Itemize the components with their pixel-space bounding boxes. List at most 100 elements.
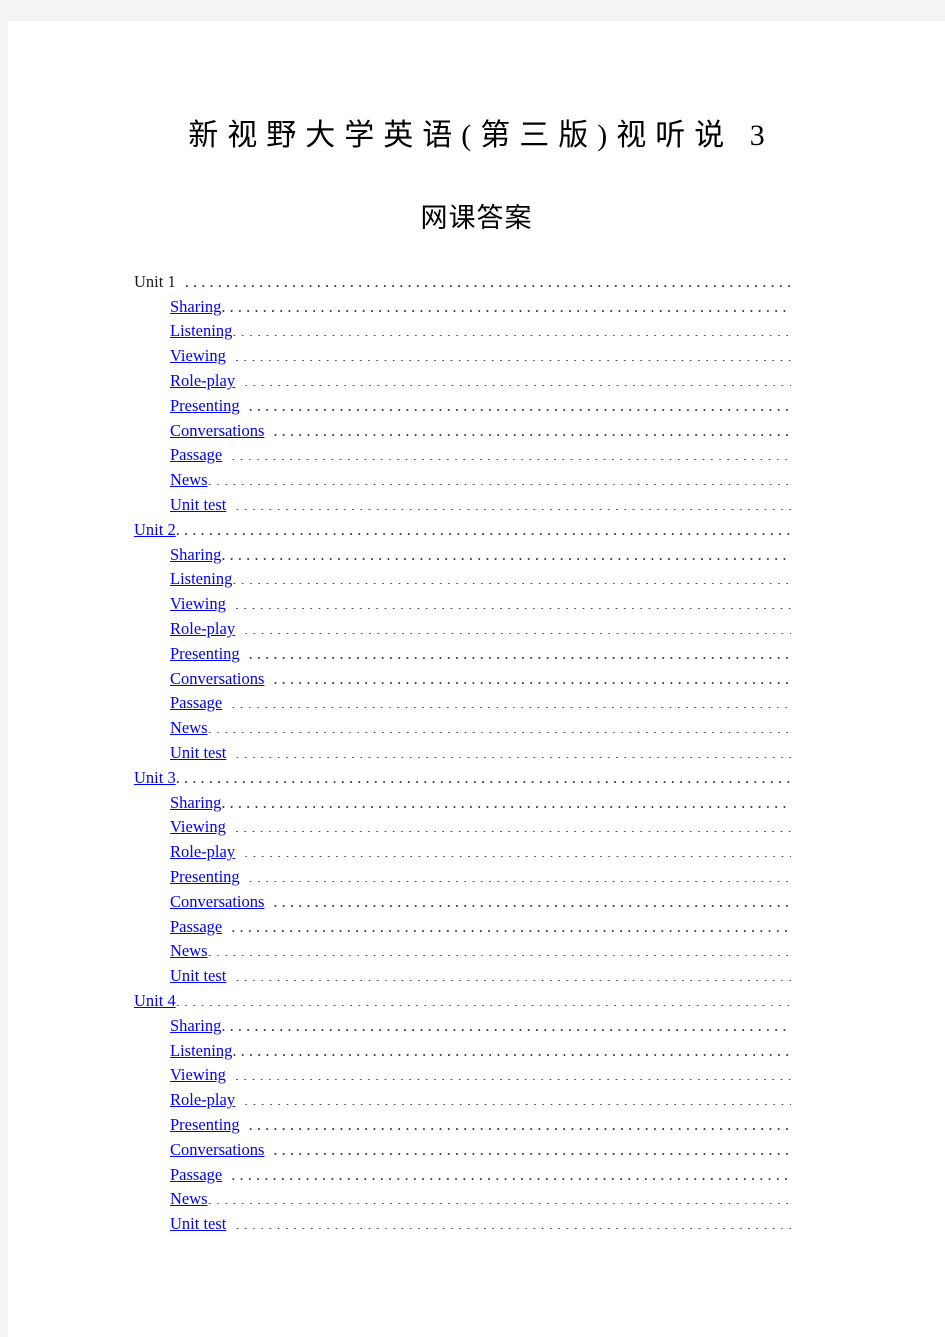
toc-dot-leader [208, 717, 791, 734]
toc-item-row[interactable]: Conversations [8, 419, 945, 444]
toc-item-link[interactable]: Unit test [170, 741, 226, 766]
toc-unit-link[interactable]: Unit 2 [134, 518, 176, 543]
toc-item-link[interactable]: Presenting [170, 394, 240, 419]
toc-item-row[interactable]: Role-play [8, 369, 945, 394]
toc-unit-row[interactable]: Unit 2 [8, 518, 945, 543]
toc-item-link[interactable]: Viewing [170, 344, 226, 369]
toc-item-link[interactable]: News [170, 1187, 208, 1212]
toc-dot-leader [208, 940, 791, 957]
toc-item-row[interactable]: Role-play [8, 840, 945, 865]
toc-item-row[interactable]: Presenting [8, 865, 945, 890]
toc-dot-leader [235, 816, 791, 833]
toc-item-link[interactable]: Presenting [170, 642, 240, 667]
toc-item-row[interactable]: News [8, 1187, 945, 1212]
toc-item-link[interactable]: Unit test [170, 1212, 226, 1237]
toc-item-link[interactable]: Sharing [170, 791, 221, 816]
toc-item-row[interactable]: Conversations [8, 890, 945, 915]
toc-item-row[interactable]: Sharing [8, 791, 945, 816]
toc-item-link[interactable]: Passage [170, 691, 222, 716]
toc-dot-leader [221, 295, 791, 312]
toc-item-row[interactable]: Viewing [8, 815, 945, 840]
toc-item-row[interactable]: News [8, 716, 945, 741]
toc-unit-link[interactable]: Unit 3 [134, 766, 176, 791]
toc-item-row[interactable]: News [8, 939, 945, 964]
toc-dot-leader [235, 345, 791, 362]
toc-item-link[interactable]: Listening [170, 319, 232, 344]
toc-dot-leader [176, 766, 791, 783]
toc-item-link[interactable]: Viewing [170, 1063, 226, 1088]
toc-dot-leader [249, 642, 791, 659]
toc-item-link[interactable]: Conversations [170, 1138, 264, 1163]
toc-item-link[interactable]: Passage [170, 915, 222, 940]
toc-item-link[interactable]: Conversations [170, 419, 264, 444]
toc-item-row[interactable]: Passage [8, 443, 945, 468]
toc-item-row[interactable]: Sharing [8, 543, 945, 568]
toc-dot-leader [244, 618, 791, 635]
toc-item-row[interactable]: Unit test [8, 1212, 945, 1237]
toc-dot-leader [235, 965, 791, 982]
toc-dot-leader [185, 270, 791, 287]
toc-item-row[interactable]: Unit test [8, 493, 945, 518]
toc-item-link[interactable]: Sharing [170, 543, 221, 568]
toc-item-link[interactable]: Unit test [170, 493, 226, 518]
toc-item-link[interactable]: Presenting [170, 865, 240, 890]
toc-unit-link[interactable]: Unit 4 [134, 989, 176, 1014]
toc-item-link[interactable]: Conversations [170, 667, 264, 692]
toc-item-link[interactable]: News [170, 939, 208, 964]
document-page: 新视野大学英语(第三版)视听说 3 网课答案 Unit 1SharingList… [8, 21, 945, 1337]
toc-item-row[interactable]: Unit test [8, 741, 945, 766]
toc-dot-leader [231, 915, 791, 932]
toc-item-row[interactable]: Listening [8, 319, 945, 344]
toc-item-link[interactable]: Role-play [170, 369, 235, 394]
toc-dot-leader [208, 1188, 791, 1205]
toc-item-link[interactable]: Role-play [170, 840, 235, 865]
toc-item-link[interactable]: Viewing [170, 592, 226, 617]
toc-item-row[interactable]: Role-play [8, 617, 945, 642]
toc-dot-leader [273, 419, 791, 436]
toc-item-link[interactable]: Listening [170, 1039, 232, 1064]
toc-item-link[interactable]: Presenting [170, 1113, 240, 1138]
toc-item-row[interactable]: Passage [8, 691, 945, 716]
toc-item-row[interactable]: Listening [8, 1039, 945, 1064]
toc-item-link[interactable]: Role-play [170, 617, 235, 642]
toc-item-link[interactable]: Listening [170, 567, 232, 592]
toc-item-row[interactable]: Listening [8, 567, 945, 592]
toc-item-row[interactable]: Conversations [8, 667, 945, 692]
toc-item-row[interactable]: News [8, 468, 945, 493]
toc-dot-leader [221, 543, 791, 560]
toc-item-link[interactable]: Passage [170, 1163, 222, 1188]
toc-item-link[interactable]: Sharing [170, 1014, 221, 1039]
toc-unit-row: Unit 1 [8, 270, 945, 295]
toc-item-row[interactable]: Passage [8, 1163, 945, 1188]
toc-item-link[interactable]: Passage [170, 443, 222, 468]
toc-item-link[interactable]: Role-play [170, 1088, 235, 1113]
toc-dot-leader [221, 1014, 791, 1031]
toc-item-row[interactable]: Sharing [8, 295, 945, 320]
toc-item-row[interactable]: Presenting [8, 394, 945, 419]
toc-item-link[interactable]: Conversations [170, 890, 264, 915]
toc-dot-leader [221, 791, 791, 808]
toc-dot-leader [249, 1113, 791, 1130]
toc-item-row[interactable]: Presenting [8, 1113, 945, 1138]
toc-item-row[interactable]: Viewing [8, 592, 945, 617]
toc-item-link[interactable]: Sharing [170, 295, 221, 320]
toc-item-row[interactable]: Role-play [8, 1088, 945, 1113]
toc-dot-leader [249, 866, 791, 883]
toc-item-row[interactable]: Presenting [8, 642, 945, 667]
toc-item-row[interactable]: Conversations [8, 1138, 945, 1163]
toc-item-row[interactable]: Viewing [8, 1063, 945, 1088]
toc-dot-leader [273, 890, 791, 907]
toc-unit-row[interactable]: Unit 3 [8, 766, 945, 791]
toc-item-row[interactable]: Sharing [8, 1014, 945, 1039]
toc-item-row[interactable]: Passage [8, 915, 945, 940]
toc-item-row[interactable]: Unit test [8, 964, 945, 989]
toc-item-link[interactable]: News [170, 716, 208, 741]
toc-item-link[interactable]: Viewing [170, 815, 226, 840]
toc-dot-leader [235, 1213, 791, 1230]
toc-dot-leader [244, 841, 791, 858]
page-subtitle: 网课答案 [420, 202, 533, 233]
toc-item-link[interactable]: Unit test [170, 964, 226, 989]
toc-item-row[interactable]: Viewing [8, 344, 945, 369]
toc-item-link[interactable]: News [170, 468, 208, 493]
toc-unit-row[interactable]: Unit 4 [8, 989, 945, 1014]
